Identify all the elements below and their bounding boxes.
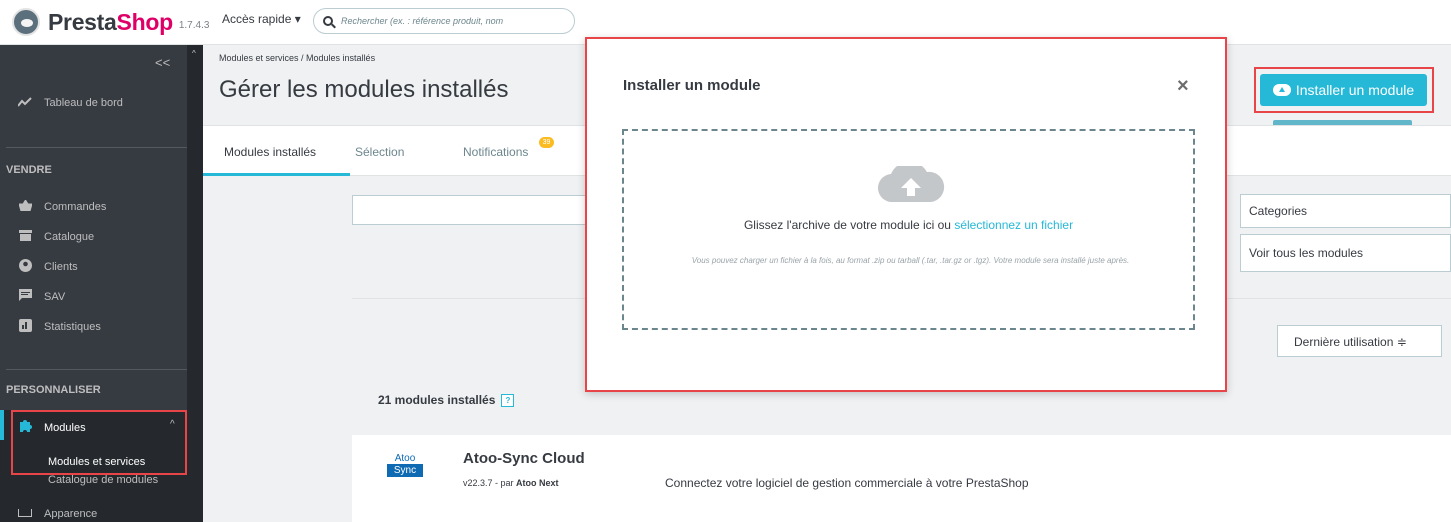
help-icon[interactable]: ? xyxy=(501,393,515,407)
version-label: 1.7.4.3 xyxy=(178,19,210,31)
categories-dropdown[interactable]: Categories xyxy=(1240,194,1451,228)
quick-access-dropdown[interactable]: Accès rapide ▾ xyxy=(222,12,301,26)
atoo-sync-logo: Atoo Sync xyxy=(387,453,423,477)
version-prefix: v22.3.7 - par xyxy=(463,478,517,488)
divider xyxy=(6,147,187,148)
sidebar-item-catalog[interactable]: Catalogue xyxy=(18,229,94,244)
highlight-box-modules xyxy=(11,410,187,475)
collapse-sidebar-icon[interactable]: << xyxy=(155,55,170,70)
drop-text: Glissez l'archive de votre module ici ou xyxy=(743,218,955,232)
prestashop-logo[interactable]: PrestaShop 1.7.4.3 xyxy=(12,8,209,36)
upload-dropzone[interactable]: Glissez l'archive de votre module ici ou… xyxy=(622,129,1195,330)
all-modules-dropdown[interactable]: Voir tous les modules xyxy=(1240,234,1451,272)
sidebar-item-appearance[interactable]: Apparence xyxy=(18,509,97,519)
modal-title: Installer un module xyxy=(623,77,761,94)
tab-selection[interactable]: Sélection xyxy=(355,145,404,159)
sidebar-item-label: Clients xyxy=(44,261,78,273)
chat-icon xyxy=(18,289,32,304)
trending-up-icon xyxy=(17,95,32,110)
bar-chart-icon xyxy=(18,319,32,335)
account-circle-icon xyxy=(18,259,32,275)
cloud-upload-icon xyxy=(877,166,945,202)
drop-instructions: Glissez l'archive de votre module ici ou… xyxy=(624,218,1193,232)
logo-top-text: Atoo xyxy=(394,453,416,464)
sidebar-item-label: SAV xyxy=(44,290,66,303)
sidebar-item-label: Tableau de bord xyxy=(44,96,123,109)
section-customize: PERSONNALISER xyxy=(6,384,101,396)
sidebar-item-stats[interactable]: Statistiques xyxy=(18,319,101,335)
sidebar-item-sav[interactable]: SAV xyxy=(18,289,65,304)
active-indicator xyxy=(0,410,4,440)
installed-count: 21 modules installés ? xyxy=(378,393,515,407)
search-input[interactable]: Rechercher (ex. : référence produit, nom xyxy=(313,8,575,34)
highlight-box-install xyxy=(1254,67,1434,113)
module-version: v22.3.7 - par Atoo Next xyxy=(463,478,559,488)
sidebar-item-orders[interactable]: Commandes xyxy=(17,199,107,214)
puffin-logo-icon xyxy=(12,8,40,36)
sidebar-item-customers[interactable]: Clients xyxy=(18,259,78,275)
breadcrumb: Modules et services / Modules installés xyxy=(219,53,376,63)
installed-count-label: 21 modules installés xyxy=(378,393,496,407)
sidebar-scrollbar[interactable] xyxy=(187,45,203,522)
sort-dropdown[interactable]: Dernière utilisation ≑ xyxy=(1277,325,1442,357)
tab-installed-modules[interactable]: Modules installés xyxy=(224,145,316,159)
search-icon xyxy=(323,16,333,26)
sidebar-item-label: Statistiques xyxy=(44,321,101,333)
sidebar-item-label: Apparence xyxy=(44,509,98,519)
basket-icon xyxy=(17,199,33,214)
select-file-link[interactable]: sélectionnez un fichier xyxy=(954,218,1073,232)
install-module-modal: Installer un module × Glissez l'archive … xyxy=(585,37,1227,392)
page-title: Gérer les modules installés xyxy=(219,76,509,103)
module-author: Atoo Next xyxy=(516,478,559,488)
notifications-badge: 39 xyxy=(539,137,554,148)
scroll-up-icon[interactable]: ^ xyxy=(192,49,196,58)
monitor-icon xyxy=(18,509,32,519)
sidebar-item-label: Commandes xyxy=(44,200,107,213)
sidebar-item-label: Catalogue xyxy=(44,230,95,243)
active-tab-indicator xyxy=(203,173,350,176)
logo-text: PrestaShop xyxy=(48,8,173,35)
close-icon[interactable]: × xyxy=(1177,75,1189,98)
tab-notifications[interactable]: Notifications xyxy=(463,145,528,159)
module-description: Connectez votre logiciel de gestion comm… xyxy=(665,476,1029,490)
logo-bottom-text: Sync xyxy=(387,464,423,477)
module-search-input[interactable] xyxy=(352,195,592,225)
module-name: Atoo-Sync Cloud xyxy=(463,450,585,467)
divider xyxy=(6,369,187,370)
sidebar-item-dashboard[interactable]: Tableau de bord xyxy=(17,95,123,110)
sidebar-subitem-modules-catalog[interactable]: Catalogue de modules xyxy=(48,474,158,486)
search-placeholder: Rechercher (ex. : référence produit, nom xyxy=(341,16,504,26)
section-sell: VENDRE xyxy=(6,164,52,176)
store-icon xyxy=(18,229,32,244)
drop-note: Vous pouvez charger un fichier à la fois… xyxy=(691,256,1130,265)
